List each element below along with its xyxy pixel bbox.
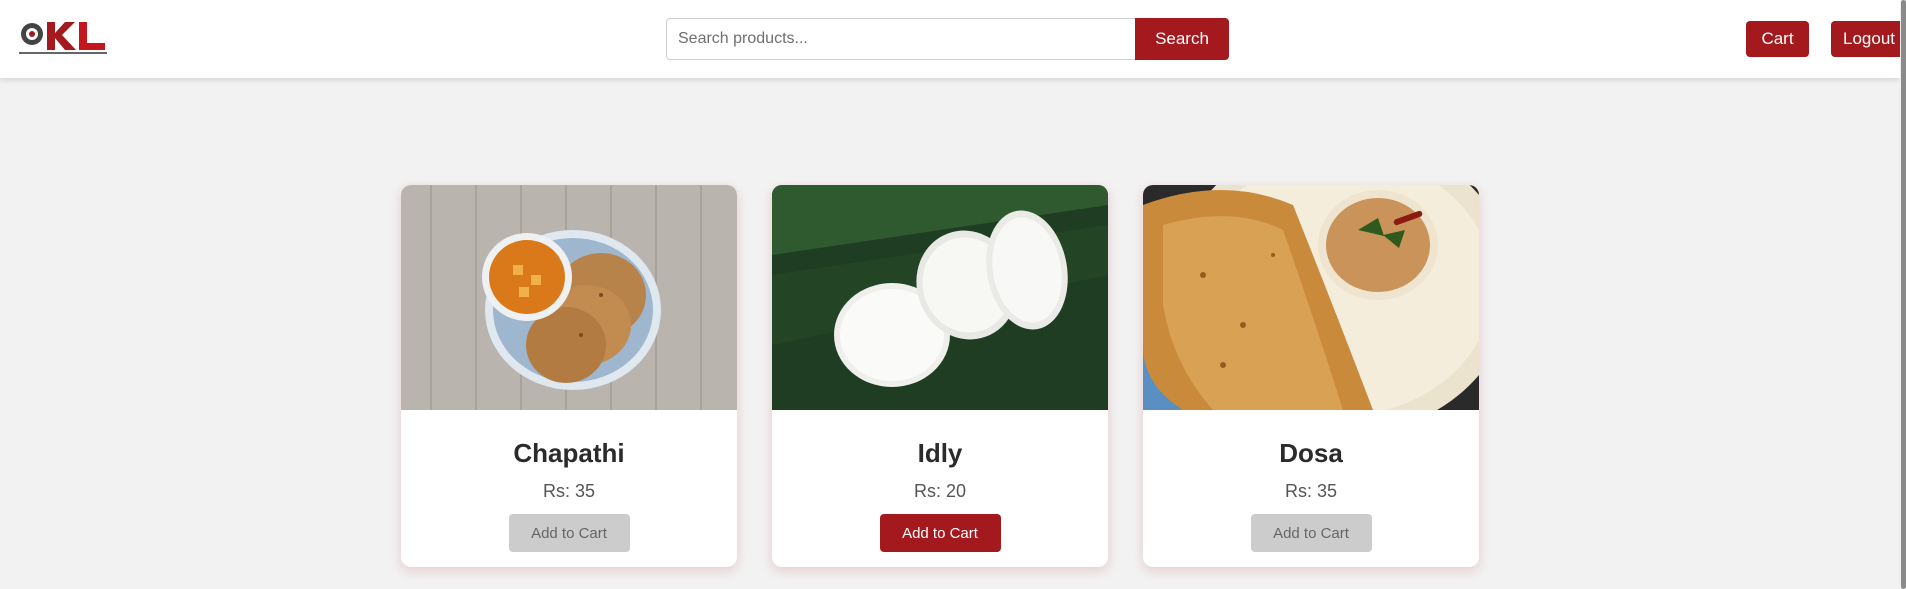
add-to-cart-button[interactable]: Add to Cart [1250, 514, 1372, 552]
scrollbar-thumb[interactable] [1901, 0, 1906, 589]
product-name: Chapathi [513, 438, 625, 468]
product-card-idly: Idly Rs: 20 Add to Cart [772, 185, 1108, 567]
page-scrollbar[interactable] [1900, 0, 1906, 589]
logout-button[interactable]: Logout [1831, 21, 1900, 57]
product-name: Dosa [1279, 438, 1343, 468]
cart-button[interactable]: Cart [1746, 21, 1809, 57]
product-price: Rs: 35 [1284, 481, 1338, 501]
search-button[interactable]: Search [1135, 18, 1229, 60]
idly-image [772, 185, 1108, 410]
product-price: Rs: 35 [542, 481, 596, 501]
add-to-cart-button[interactable]: Add to Cart [508, 514, 630, 552]
product-name: Idly [917, 438, 963, 468]
chapathi-image [401, 185, 737, 410]
product-card-dosa: Dosa Rs: 35 Add to Cart [1143, 185, 1479, 567]
product-card-chapathi: Chapathi Rs: 35 Add to Cart [401, 185, 737, 567]
add-to-cart-button[interactable]: Add to Cart [879, 514, 1001, 552]
search-bar: Search [666, 18, 1229, 60]
product-price: Rs: 20 [913, 481, 967, 501]
search-input[interactable] [666, 18, 1135, 60]
kl-university-logo[interactable] [19, 18, 109, 56]
dosa-image [1143, 185, 1479, 410]
top-navbar: Search Cart Logout [0, 0, 1900, 78]
